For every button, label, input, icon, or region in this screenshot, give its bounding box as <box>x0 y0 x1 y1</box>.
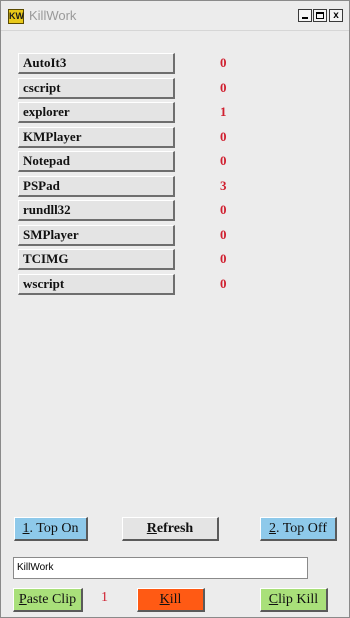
top-on-hotkey: 1 <box>22 521 30 536</box>
maximize-button[interactable] <box>313 9 327 22</box>
process-count-wscript: 0 <box>220 276 227 291</box>
clip-kill-hotkey: C <box>268 592 279 607</box>
title-bar[interactable]: KW KillWork x <box>1 1 349 31</box>
process-button-cscript[interactable]: cscript <box>18 78 175 99</box>
maximize-icon <box>316 12 324 19</box>
clip-kill-button[interactable]: Clip Kill <box>260 588 328 612</box>
paste-clip-hotkey: P <box>18 592 27 607</box>
process-button-kmplayer[interactable]: KMPlayer <box>18 127 175 148</box>
clip-kill-label: lip Kill <box>278 592 319 607</box>
refresh-label: efresh <box>156 521 194 536</box>
process-button-pspad[interactable]: PSPad <box>18 176 175 197</box>
top-on-label: . Top On <box>29 521 79 536</box>
kill-label: ill <box>169 592 182 607</box>
process-button-autoit3[interactable]: AutoIt3 <box>18 53 175 74</box>
top-off-button[interactable]: 2. Top Off <box>260 517 337 541</box>
paste-clip-button[interactable]: Paste Clip <box>13 588 83 612</box>
process-count-explorer: 1 <box>220 104 227 119</box>
process-count-kmplayer: 0 <box>220 129 227 144</box>
process-button-wscript[interactable]: wscript <box>18 274 175 295</box>
minimize-button[interactable] <box>298 9 312 22</box>
process-button-smplayer[interactable]: SMPlayer <box>18 225 175 246</box>
close-button[interactable]: x <box>329 9 343 22</box>
process-count-autoit3: 0 <box>220 55 227 70</box>
process-button-rundll32[interactable]: rundll32 <box>18 200 175 221</box>
process-button-explorer[interactable]: explorer <box>18 102 175 123</box>
process-count-notepad: 0 <box>220 153 227 168</box>
top-on-button[interactable]: 1. Top On <box>14 517 88 541</box>
minimize-icon <box>302 17 308 19</box>
paste-clip-label: aste Clip <box>26 592 77 607</box>
killwork-window: KW KillWork x AutoIt3 0 cscript 0 explor… <box>0 0 350 618</box>
refresh-button[interactable]: Refresh <box>122 517 219 541</box>
process-count-cscript: 0 <box>220 80 227 95</box>
top-off-hotkey: 2 <box>268 521 276 536</box>
process-count-smplayer: 0 <box>220 227 227 242</box>
refresh-hotkey: R <box>146 521 157 536</box>
top-off-label: . Top Off <box>275 521 327 536</box>
process-count-rundll32: 0 <box>220 202 227 217</box>
process-name-input[interactable]: KillWork <box>13 557 308 579</box>
kill-hotkey: K <box>159 592 170 607</box>
window-title: KillWork <box>29 8 77 23</box>
process-count-tcimg: 0 <box>220 251 227 266</box>
process-button-notepad[interactable]: Notepad <box>18 151 175 172</box>
clip-count: 1 <box>101 590 108 605</box>
killwork-app-icon: KW <box>8 9 24 24</box>
kill-button[interactable]: Kill <box>137 588 205 612</box>
process-button-tcimg[interactable]: TCIMG <box>18 249 175 270</box>
process-count-pspad: 3 <box>220 178 227 193</box>
